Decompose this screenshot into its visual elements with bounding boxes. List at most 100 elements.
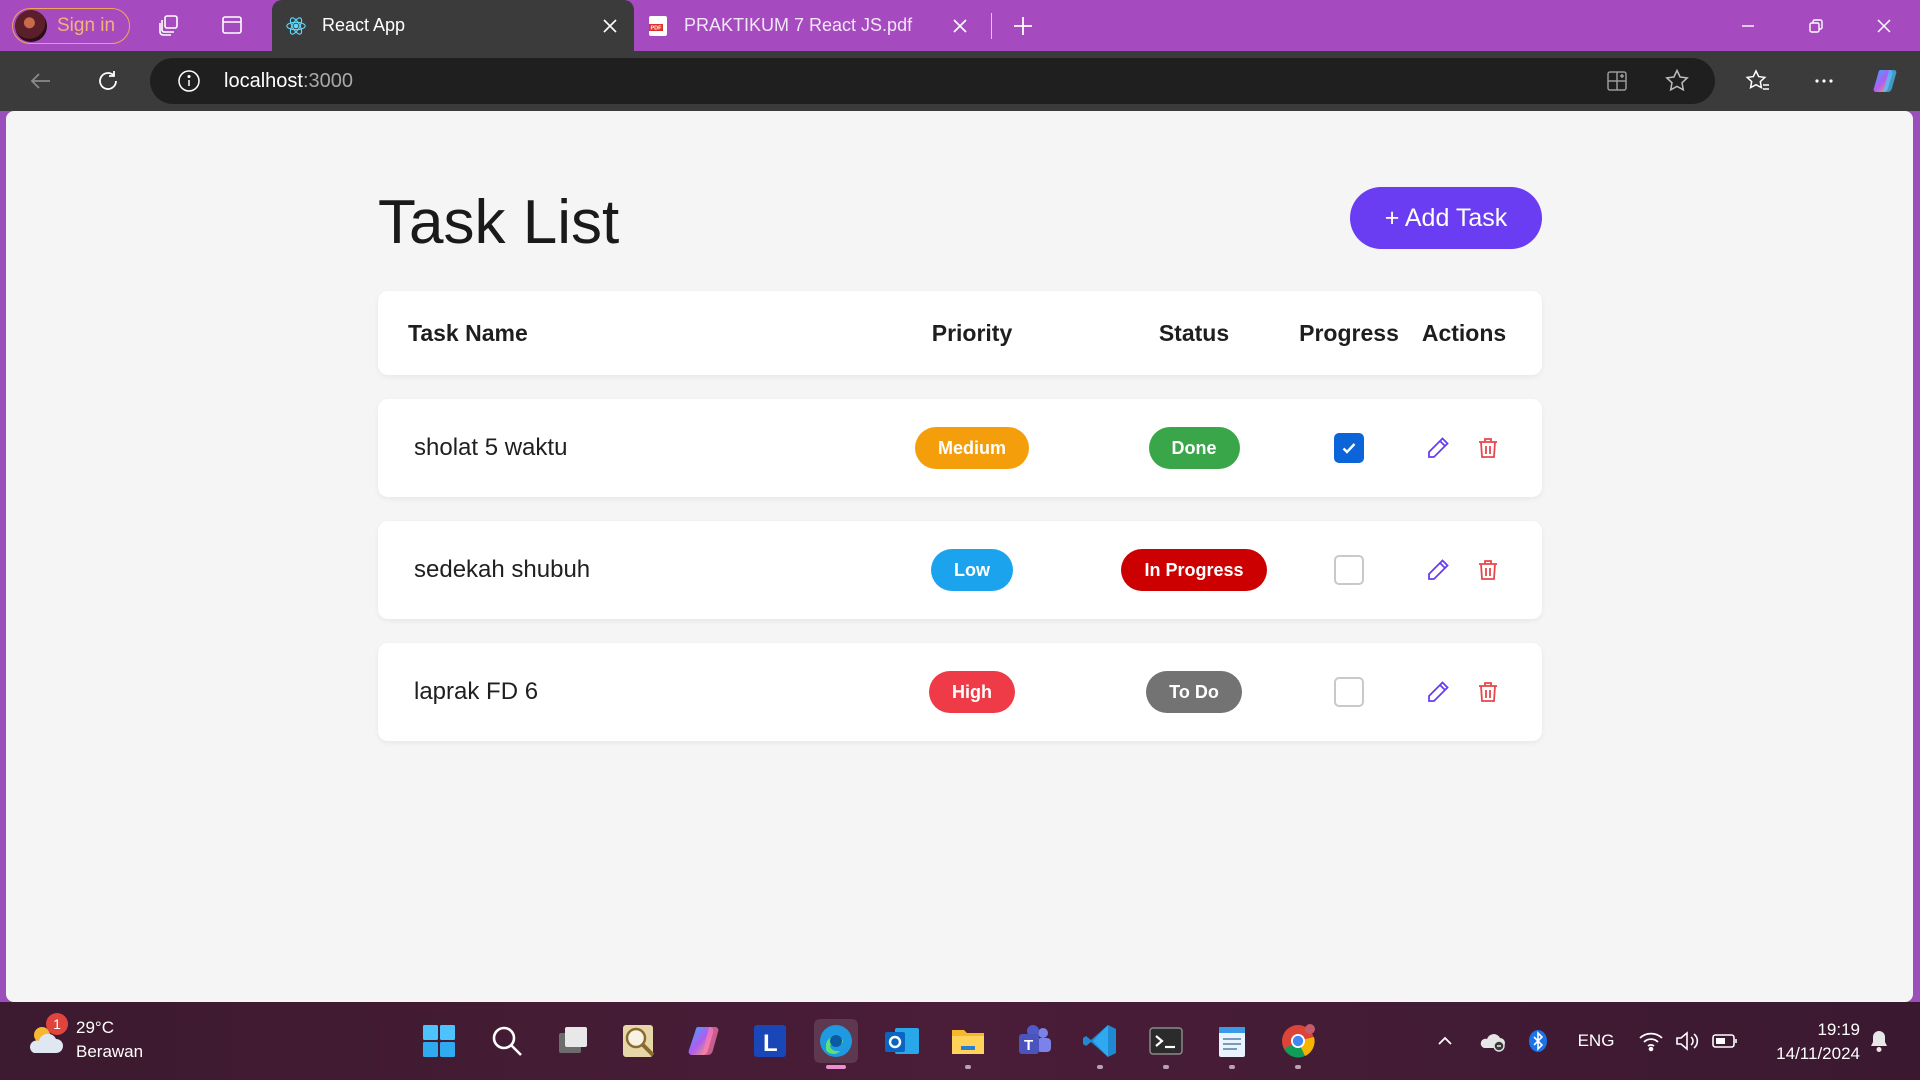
close-window-icon[interactable] [1850,0,1918,51]
priority-badge: High [929,671,1015,713]
favorites-icon[interactable] [1742,65,1774,97]
column-status: Status [1158,319,1230,346]
url-text: localhost:3000 [224,70,353,93]
new-tab-icon[interactable] [1008,12,1038,40]
task-name: sedekah shubuh [414,556,591,583]
status-badge: To Do [1146,671,1242,713]
copilot-app-icon[interactable] [683,1019,727,1063]
column-actions: Actions [1421,319,1507,346]
file-search-icon[interactable] [617,1019,661,1063]
status-badge: In Progress [1121,549,1267,591]
column-task-name: Task Name [408,319,528,346]
weather-desc: Berawan [76,1042,144,1061]
wifi-icon[interactable] [1636,1026,1666,1056]
avatar [15,10,47,42]
running-indicator [1229,1065,1235,1069]
close-tab-icon[interactable] [946,12,974,40]
react-icon [284,14,308,38]
volume-icon[interactable] [1672,1026,1702,1056]
svg-text:T: T [1024,1037,1033,1054]
search-icon[interactable] [485,1019,529,1063]
table-row: laprak FD 6 High To Do [378,643,1542,741]
more-options-icon[interactable] [1808,65,1840,97]
profile-button[interactable]: Sign in [12,8,130,44]
start-icon[interactable] [417,1019,461,1063]
notification-bell-icon[interactable] [1864,1026,1894,1056]
notepad-icon[interactable] [1210,1019,1254,1069]
running-indicator [1097,1065,1103,1069]
weather-badge: 1 [46,1013,68,1035]
restore-icon[interactable] [1782,0,1850,51]
workspaces-icon[interactable] [156,12,182,38]
vertical-tabs-icon[interactable] [219,12,245,38]
url-port: :3000 [302,69,353,92]
weather-temp: 29°C [76,1018,114,1037]
tab-title: PRAKTIKUM 7 React JS.pdf [684,15,913,35]
task-view-icon[interactable] [551,1019,595,1063]
table-header: Task Name Priority Status Progress Actio… [378,291,1542,375]
task-name: sholat 5 waktu [414,434,568,461]
apps-icon[interactable] [1602,66,1632,96]
add-task-button[interactable]: + Add Task [1350,187,1542,249]
progress-checkbox[interactable] [1334,555,1364,585]
delete-icon[interactable] [1474,434,1502,462]
table-row: sedekah shubuh Low In Progress [378,521,1542,619]
language-indicator[interactable]: ENG [1576,1026,1616,1056]
running-indicator [1295,1065,1301,1069]
page-viewport: Task List + Add Task Task Name Priority … [6,111,1913,1002]
favorite-star-icon[interactable] [1662,66,1692,96]
copilot-icon[interactable] [1870,65,1902,97]
vscode-icon[interactable] [1078,1019,1122,1069]
task-name: laprak FD 6 [414,678,539,705]
cloudy-weather-icon: 1 [24,1013,68,1061]
sign-in-label: Sign in [57,15,116,36]
pdf-icon: PDF [646,14,670,38]
minimize-icon[interactable] [1714,0,1782,51]
tab-react-app[interactable]: React App [272,0,634,51]
running-indicator [1163,1065,1169,1069]
windows-taskbar: 1 29°C Berawan L T ENG 19:19 14/11/2024 [0,1002,1920,1080]
tab-title: React App [322,15,406,35]
bluetooth-icon[interactable] [1524,1026,1552,1056]
page-title: Task List [378,188,620,257]
column-progress: Progress [1299,319,1399,346]
column-priority: Priority [931,319,1013,346]
chrome-icon[interactable] [1276,1019,1320,1069]
browser-toolbar: localhost:3000 [0,51,1920,111]
delete-icon[interactable] [1474,556,1502,584]
outlook-icon[interactable] [880,1019,924,1063]
edit-icon[interactable] [1424,678,1452,706]
table-row: sholat 5 waktu Medium Done [378,399,1542,497]
delete-icon[interactable] [1474,678,1502,706]
running-indicator [965,1065,971,1069]
svg-text:L: L [763,1030,778,1057]
weather-widget[interactable]: 1 29°C Berawan [24,1013,144,1064]
checkmark-icon [1342,443,1356,454]
priority-badge: Low [931,549,1013,591]
back-icon[interactable] [25,65,57,97]
edit-icon[interactable] [1424,556,1452,584]
teams-icon[interactable]: T [1012,1019,1056,1063]
close-tab-icon[interactable] [596,12,624,40]
address-bar[interactable]: localhost:3000 [150,58,1715,104]
onedrive-icon[interactable] [1476,1026,1508,1056]
clock-time: 19:19 [1817,1020,1860,1039]
status-badge: Done [1148,427,1240,469]
tab-praktikum-pdf[interactable]: PDF PRAKTIKUM 7 React JS.pdf [634,0,984,51]
progress-checkbox[interactable] [1334,677,1364,707]
edge-icon[interactable] [814,1019,858,1069]
show-hidden-icons-icon[interactable] [1430,1026,1460,1056]
terminal-icon[interactable] [1144,1019,1188,1069]
l-app-icon[interactable]: L [748,1019,792,1063]
site-info-icon[interactable] [176,68,202,94]
battery-icon[interactable] [1708,1026,1742,1056]
svg-text:PDF: PDF [651,25,663,31]
priority-badge: Medium [914,427,1029,469]
progress-checkbox[interactable] [1334,433,1364,463]
clock-date: 14/11/2024 [1776,1044,1860,1063]
edit-icon[interactable] [1424,434,1452,462]
refresh-icon[interactable] [92,65,124,97]
file-explorer-icon[interactable] [946,1019,990,1069]
tab-divider [991,13,992,39]
system-clock[interactable]: 19:19 14/11/2024 [1750,1018,1860,1066]
